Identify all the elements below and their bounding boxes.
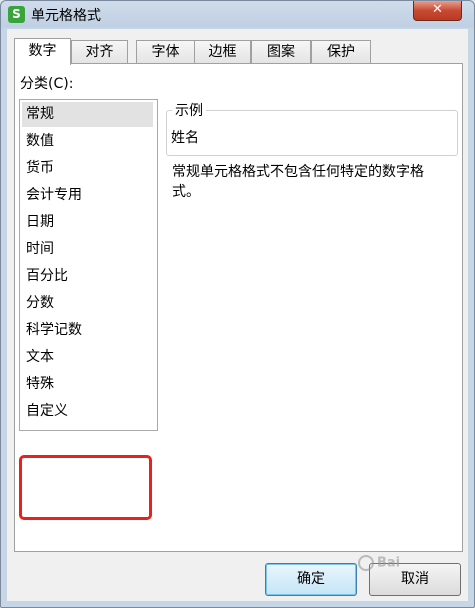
sample-value: 姓名 (171, 130, 199, 146)
category-item-accounting[interactable]: 会计专用 (22, 183, 153, 208)
number-tab-panel: 分类(C): 常规 数值 货币 会计专用 日期 时间 百分比 分数 科学记数 文… (14, 63, 463, 552)
category-listbox[interactable]: 常规 数值 货币 会计专用 日期 时间 百分比 分数 科学记数 文本 特殊 自定… (19, 99, 158, 431)
category-item-date[interactable]: 日期 (22, 210, 153, 235)
close-icon: ✕ (432, 2, 443, 17)
dialog-title: 单元格格式 (31, 8, 101, 24)
watermark-paw-icon (358, 555, 374, 571)
category-item-currency[interactable]: 货币 (22, 156, 153, 181)
close-button[interactable]: ✕ (413, 1, 462, 21)
dialog-client: 数字 对齐 字体 边框 图案 保护 分类(C): 常规 数值 货币 会计专用 日… (7, 29, 468, 601)
category-item-special[interactable]: 特殊 (22, 372, 153, 397)
tab-number[interactable]: 数字 (14, 38, 71, 65)
category-item-text[interactable]: 文本 (22, 345, 153, 370)
ok-button[interactable]: 确定 (265, 563, 357, 596)
tab-font[interactable]: 字体 (136, 40, 195, 63)
tab-alignment[interactable]: 对齐 (71, 40, 128, 63)
highlight-annotation (19, 455, 152, 520)
category-item-scientific[interactable]: 科学记数 (22, 318, 153, 343)
watermark-text: Bai (377, 555, 401, 571)
category-item-fraction[interactable]: 分数 (22, 291, 153, 316)
watermark: Bai (358, 555, 400, 571)
category-item-time[interactable]: 时间 (22, 237, 153, 262)
sample-group (166, 110, 458, 156)
category-item-general[interactable]: 常规 (22, 102, 153, 127)
dialog-window: S 单元格格式 ✕ 数字 对齐 字体 边框 图案 保护 分类(C): 常规 数值… (0, 0, 475, 608)
tab-pattern[interactable]: 图案 (251, 40, 311, 63)
title-bar[interactable]: S 单元格格式 ✕ (1, 1, 474, 29)
format-description: 常规单元格格式不包含任何特定的数字格式。 (172, 164, 424, 200)
wps-app-icon: S (8, 6, 25, 23)
category-item-number[interactable]: 数值 (22, 129, 153, 154)
category-item-percentage[interactable]: 百分比 (22, 264, 153, 289)
tab-border[interactable]: 边框 (194, 40, 251, 63)
category-label: 分类(C): (20, 76, 74, 92)
sample-legend: 示例 (172, 100, 206, 120)
tab-protection[interactable]: 保护 (311, 40, 371, 63)
category-item-custom[interactable]: 自定义 (22, 399, 153, 424)
